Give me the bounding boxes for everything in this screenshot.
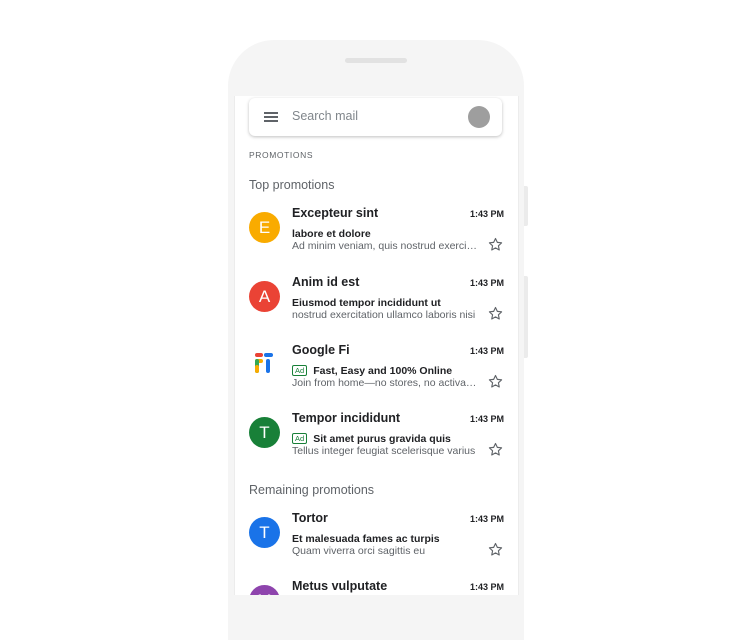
email-row[interactable]: M Metus vulputate 1:43 PM [235,579,518,595]
email-snippet: Quam viverra orci sagittis eu [292,545,426,557]
email-time: 1:43 PM [469,346,504,356]
phone-volume-button [524,186,528,226]
sender-name: Excepteur sint [292,206,379,220]
account-avatar[interactable] [468,106,490,128]
ad-badge: Ad [292,433,308,444]
email-snippet: nostrud exercitation ullamco laboris nis… [292,309,476,321]
email-row[interactable]: T Tempor incididunt 1:43 PM Ad Sit amet p… [235,411,518,475]
sender-avatar: T [249,417,280,448]
phone-speaker [345,58,407,63]
email-row[interactable]: Google Fi 1:43 PM Ad Fast, Easy and 100% … [235,343,518,407]
group-heading-remaining: Remaining promotions [249,483,375,497]
email-snippet: Ad minim veniam, quis nostrud exercitati… [292,240,477,252]
search-bar[interactable]: Search mail [249,98,502,136]
star-icon[interactable] [487,373,504,390]
menu-icon[interactable] [264,112,278,122]
sender-name: Anim id est [292,275,360,289]
email-time: 1:43 PM [469,278,504,288]
phone-power-button [524,276,528,358]
star-icon[interactable] [487,541,504,558]
email-subject: Fast, Easy and 100% Online [313,365,453,377]
sender-name: Tempor incididunt [292,411,401,425]
search-input[interactable]: Search mail [292,109,358,123]
email-snippet: Join from home—no stores, no activation [292,377,477,389]
sender-name: Google Fi [292,343,350,357]
email-time: 1:43 PM [469,582,504,592]
ad-badge: Ad [292,365,308,376]
sender-name: Metus vulputate [292,579,388,593]
sender-avatar: T [249,517,280,548]
email-subject: Et malesuada fames ac turpis [292,533,440,545]
gmail-screen: Search mail PROMOTIONS Top promotions E … [234,96,519,595]
section-label: PROMOTIONS [249,150,314,160]
email-subject: Sit amet purus gravida quis [313,433,451,445]
group-heading-top: Top promotions [249,178,335,192]
email-row[interactable]: A Anim id est 1:43 PM Eiusmod tempor inc… [235,275,518,339]
star-icon[interactable] [487,441,504,458]
sender-avatar: M [249,585,280,595]
sender-name: Tortor [292,511,328,525]
star-icon[interactable] [487,305,504,322]
sender-avatar: E [249,212,280,243]
email-row[interactable]: T Tortor 1:43 PM Et malesuada fames ac t… [235,511,518,575]
email-snippet: Tellus integer feugiat scelerisque variu… [292,445,476,457]
email-subject: Eiusmod tempor incididunt ut [292,297,441,309]
email-time: 1:43 PM [469,514,504,524]
star-icon[interactable] [487,236,504,253]
email-row[interactable]: E Excepteur sint 1:43 PM labore et dolor… [235,206,518,270]
google-fi-logo-icon [255,353,273,373]
email-time: 1:43 PM [469,414,504,424]
email-subject: labore et dolore [292,228,371,240]
sender-avatar: A [249,281,280,312]
email-time: 1:43 PM [469,209,504,219]
